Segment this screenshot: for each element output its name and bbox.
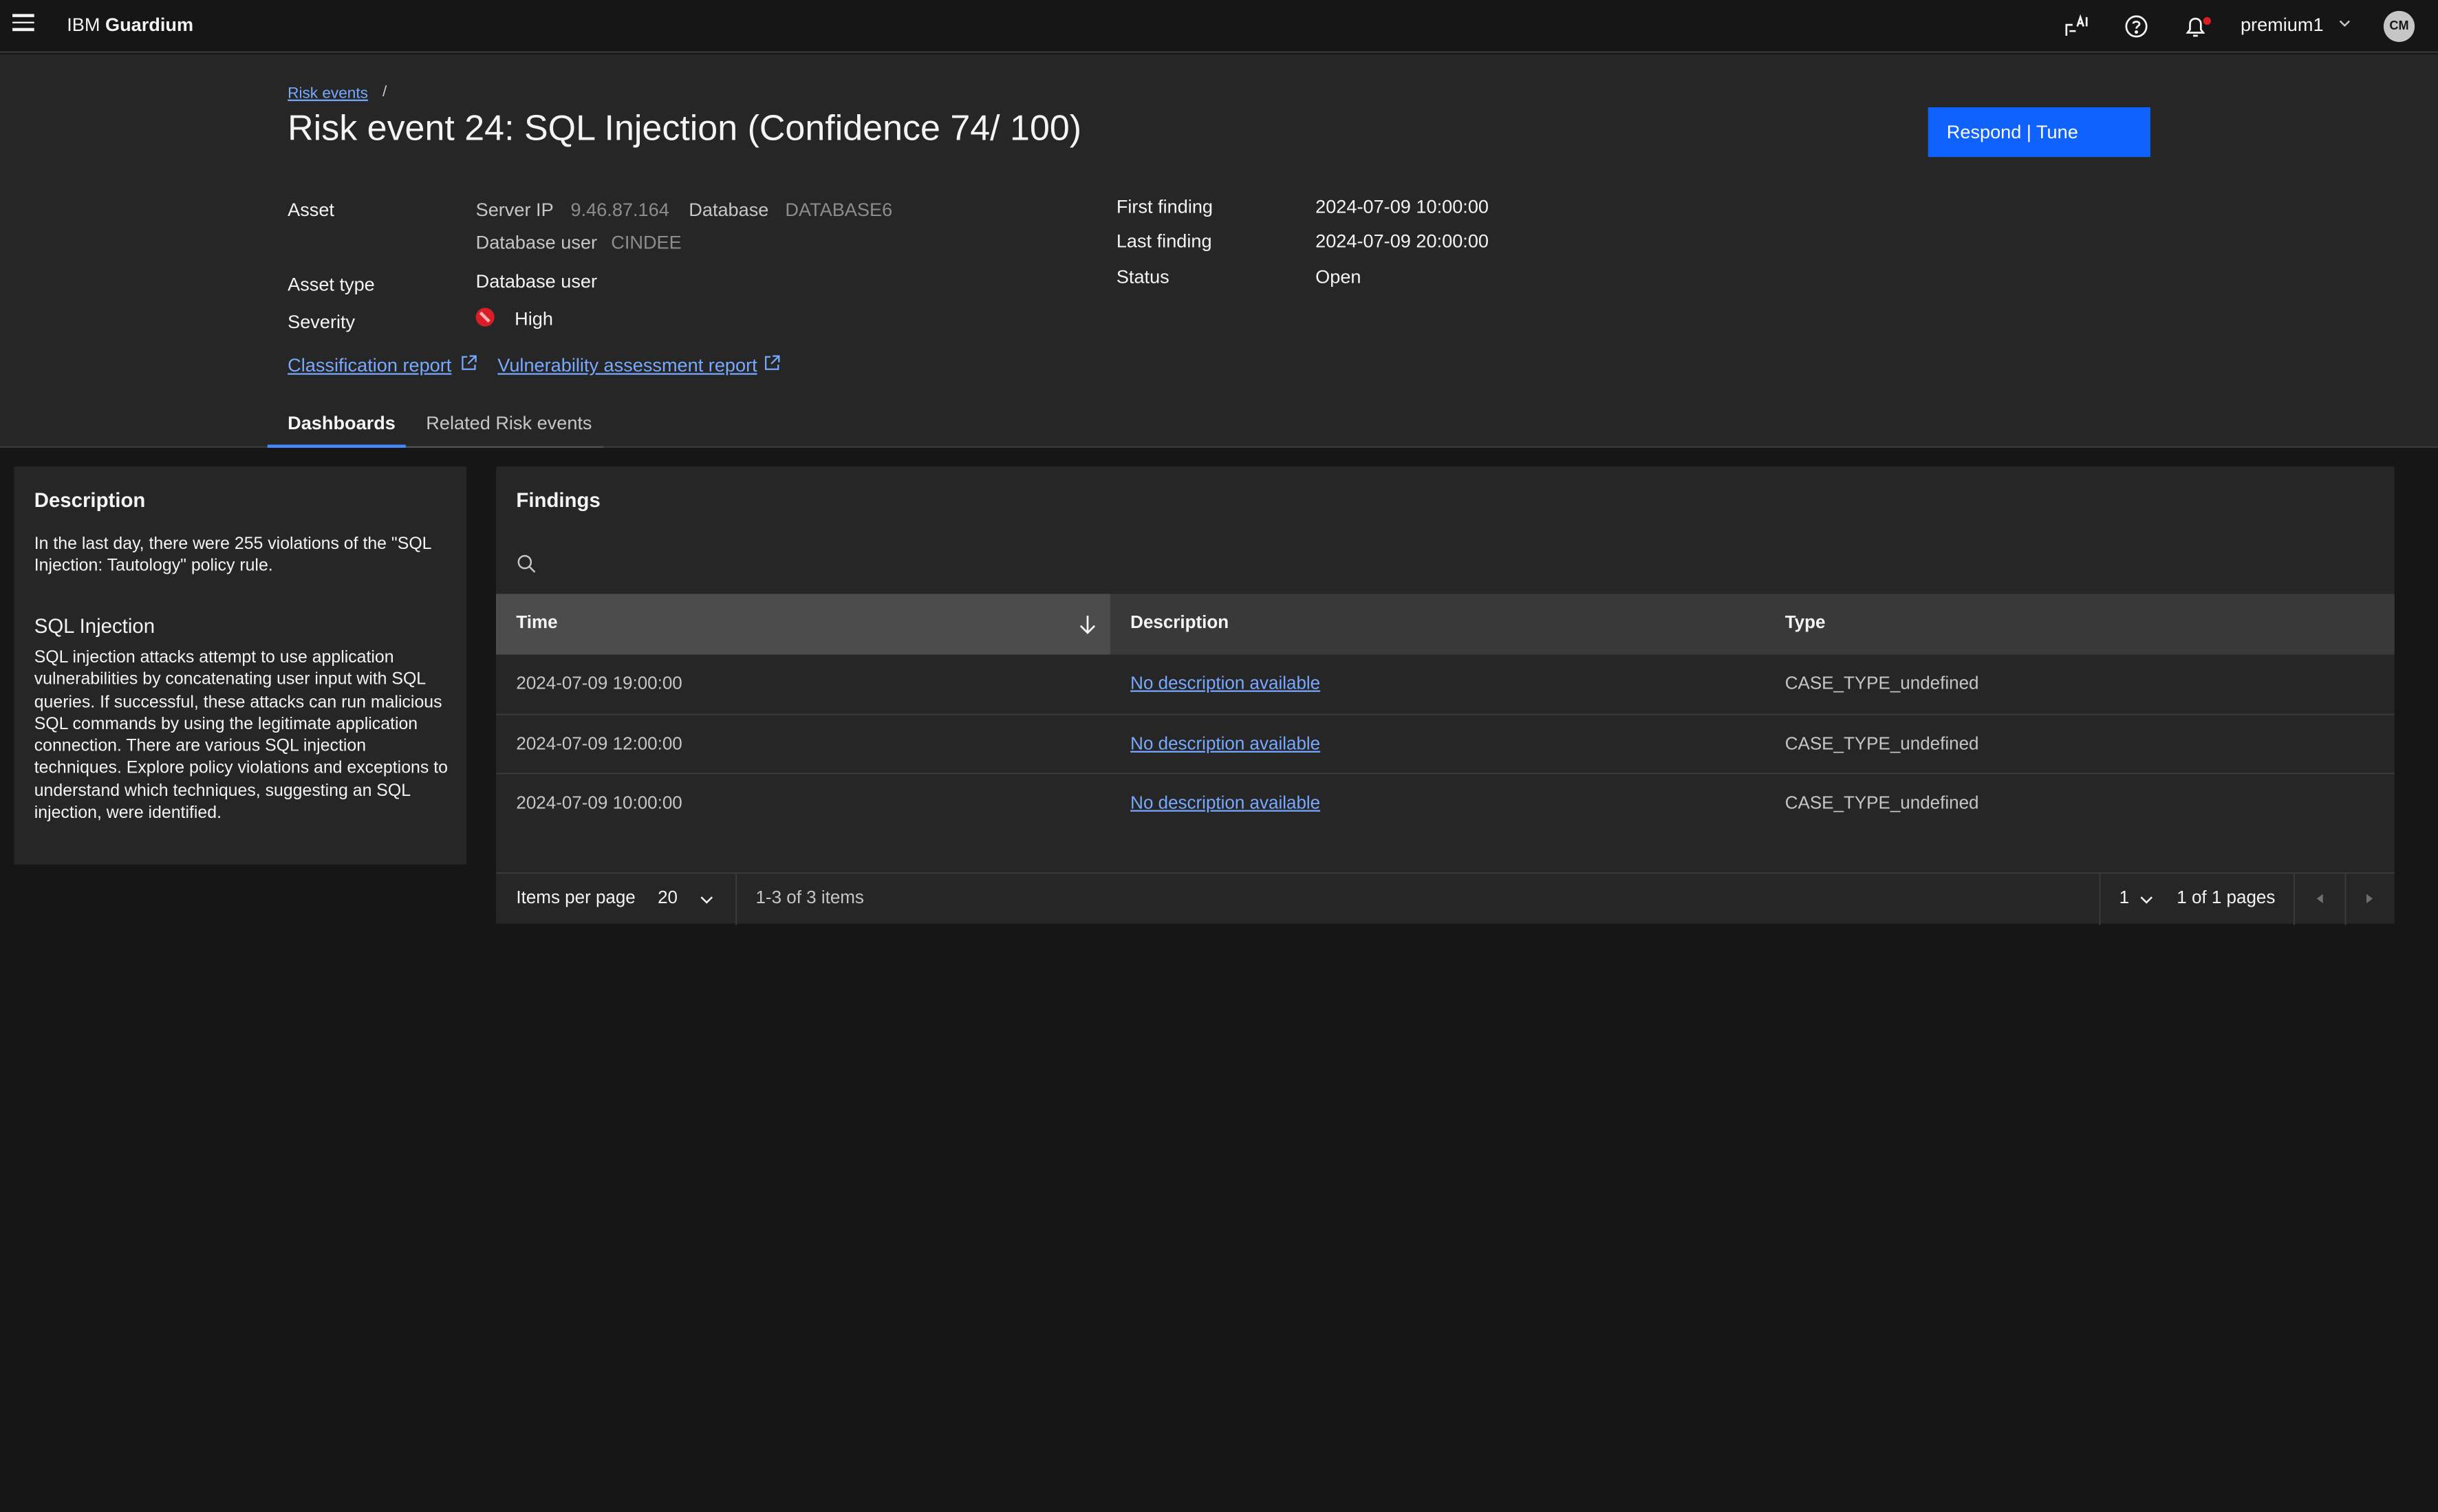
cell-description-link[interactable]: No description available xyxy=(1110,775,1320,834)
chevron-down-icon[interactable] xyxy=(698,891,715,908)
page-select[interactable]: 1 xyxy=(2119,874,2129,925)
tab-related-risk-events[interactable]: Related Risk events xyxy=(405,406,603,448)
next-page-button[interactable] xyxy=(2344,874,2394,925)
severity-high-icon xyxy=(475,307,495,327)
pager-divider xyxy=(735,874,737,925)
risk-event-header: Risk events / Risk event 24: SQL Injecti… xyxy=(0,54,2438,448)
sort-descending-icon[interactable] xyxy=(1077,614,1097,634)
cell-type: CASE_TYPE_undefined xyxy=(1784,734,1979,754)
database-value: DATABASE6 xyxy=(785,199,893,221)
respond-tune-button[interactable]: Respond | Tune xyxy=(1928,107,2150,158)
description-text: In the last day, there were 255 violatio… xyxy=(34,534,431,576)
pagination-bar: Items per page 20 1-3 of 3 items 1 1 of … xyxy=(496,872,2395,925)
database-user-value: CINDEE xyxy=(611,231,682,254)
cell-type: CASE_TYPE_undefined xyxy=(1784,674,1979,694)
ai-icon[interactable] xyxy=(2062,12,2090,41)
status-label: Status xyxy=(1116,266,1169,288)
last-finding-value: 2024-07-09 20:00:00 xyxy=(1315,230,1489,252)
database-key: Database xyxy=(689,199,769,221)
previous-page-button[interactable] xyxy=(2295,874,2344,925)
menu-icon[interactable] xyxy=(12,14,37,39)
vulnerability-assessment-report-link[interactable]: Vulnerability assessment report xyxy=(497,354,757,376)
table-row[interactable]: 2024-07-09 12:00:00 No description avail… xyxy=(496,715,2395,775)
breadcrumb-separator: / xyxy=(382,84,387,101)
avatar[interactable]: CM xyxy=(2383,10,2415,43)
search-icon[interactable] xyxy=(516,554,536,574)
sql-injection-text: SQL injection attacks attempt to use app… xyxy=(34,648,448,823)
items-per-page-label: Items per page xyxy=(516,889,636,908)
classification-report-link[interactable]: Classification report xyxy=(288,354,451,376)
items-per-page-select[interactable]: 20 xyxy=(658,874,678,925)
first-finding-label: First finding xyxy=(1116,195,1213,218)
asset-type-label: Asset type xyxy=(288,273,375,296)
column-header-type[interactable]: Type xyxy=(1765,594,1826,654)
severity-label: Severity xyxy=(288,311,356,333)
chevron-down-icon[interactable] xyxy=(2138,891,2155,908)
findings-title: Findings xyxy=(516,488,601,512)
chevron-down-icon[interactable] xyxy=(2337,16,2353,32)
findings-panel: Findings Time Description Type 2024-07-0… xyxy=(496,466,2395,925)
cell-type: CASE_TYPE_undefined xyxy=(1784,794,1979,814)
last-finding-label: Last finding xyxy=(1116,230,1212,252)
table-row[interactable]: 2024-07-09 19:00:00 No description avail… xyxy=(496,655,2395,715)
cell-description-link[interactable]: No description available xyxy=(1110,715,1320,774)
cell-time: 2024-07-09 10:00:00 xyxy=(516,794,682,814)
server-ip-key: Server IP xyxy=(475,199,554,221)
database-user-key: Database user xyxy=(475,231,598,254)
notification-badge xyxy=(2203,17,2212,25)
help-icon[interactable] xyxy=(2122,12,2150,41)
cell-time: 2024-07-09 19:00:00 xyxy=(516,674,682,694)
asset-type-value: Database user xyxy=(475,270,598,292)
external-link-icon[interactable] xyxy=(460,354,477,371)
asset-label: Asset xyxy=(288,199,334,221)
pager-divider xyxy=(2099,874,2101,925)
server-ip-value: 9.46.87.164 xyxy=(570,199,669,221)
findings-table: Time Description Type 2024-07-09 19:00:0… xyxy=(496,594,2395,834)
product-brand[interactable]: IBM Guardium xyxy=(67,14,193,36)
table-row[interactable]: 2024-07-09 10:00:00 No description avail… xyxy=(496,775,2395,834)
tab-dashboards[interactable]: Dashboards xyxy=(267,406,406,448)
caret-left-icon xyxy=(2316,894,2323,904)
status-value: Open xyxy=(1315,266,1361,288)
cell-time: 2024-07-09 12:00:00 xyxy=(516,734,682,754)
column-header-description[interactable]: Description xyxy=(1110,594,1229,654)
sql-injection-title: SQL Injection xyxy=(34,614,155,638)
first-finding-value: 2024-07-09 10:00:00 xyxy=(1315,195,1489,218)
total-pages-text: 1 of 1 pages xyxy=(2177,889,2276,908)
caret-right-icon xyxy=(2366,894,2373,904)
cell-description-link[interactable]: No description available xyxy=(1110,655,1320,714)
top-navigation-bar: IBM Guardium premium1 CM xyxy=(0,0,2438,53)
item-range-text: 1-3 of 3 items xyxy=(755,889,864,908)
description-title: Description xyxy=(34,488,146,512)
breadcrumb-risk-events-link[interactable]: Risk events xyxy=(288,85,368,102)
severity-value: High xyxy=(515,307,553,330)
table-header: Time Description Type xyxy=(496,594,2395,655)
column-header-time[interactable]: Time xyxy=(496,594,1110,655)
page-title: Risk event 24: SQL Injection (Confidence… xyxy=(288,107,1082,148)
account-menu[interactable]: premium1 xyxy=(2241,14,2324,36)
description-panel: Description In the last day, there were … xyxy=(14,466,467,865)
external-link-icon[interactable] xyxy=(764,354,781,371)
